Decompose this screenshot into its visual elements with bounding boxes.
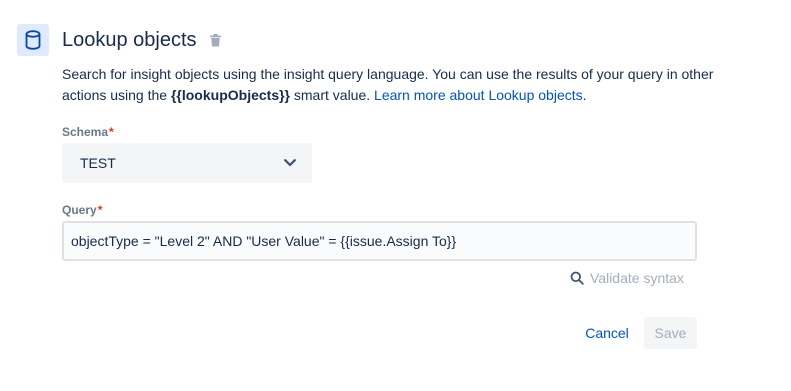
smart-value: {{lookupObjects}}	[170, 87, 290, 103]
schema-selected-value: TEST	[80, 155, 116, 171]
schema-label: Schema*	[62, 125, 114, 139]
trash-icon[interactable]	[208, 32, 222, 48]
required-marker: *	[109, 125, 114, 139]
validate-syntax-label: Validate syntax	[590, 270, 684, 286]
learn-more-link[interactable]: Learn more about Lookup objects	[374, 87, 583, 103]
required-marker: *	[97, 203, 103, 217]
database-icon	[17, 24, 49, 56]
validate-syntax-button[interactable]: Validate syntax	[570, 268, 684, 288]
query-input[interactable]	[62, 221, 697, 261]
chevron-down-icon	[280, 153, 300, 173]
query-label: Query*	[62, 203, 103, 217]
search-icon	[570, 271, 584, 285]
cancel-button[interactable]: Cancel	[578, 317, 636, 349]
page-title: Lookup objects	[62, 29, 197, 51]
schema-select[interactable]: TEST	[62, 143, 312, 183]
description: Search for insight objects using the ins…	[62, 66, 714, 103]
save-button[interactable]: Save	[644, 317, 697, 349]
